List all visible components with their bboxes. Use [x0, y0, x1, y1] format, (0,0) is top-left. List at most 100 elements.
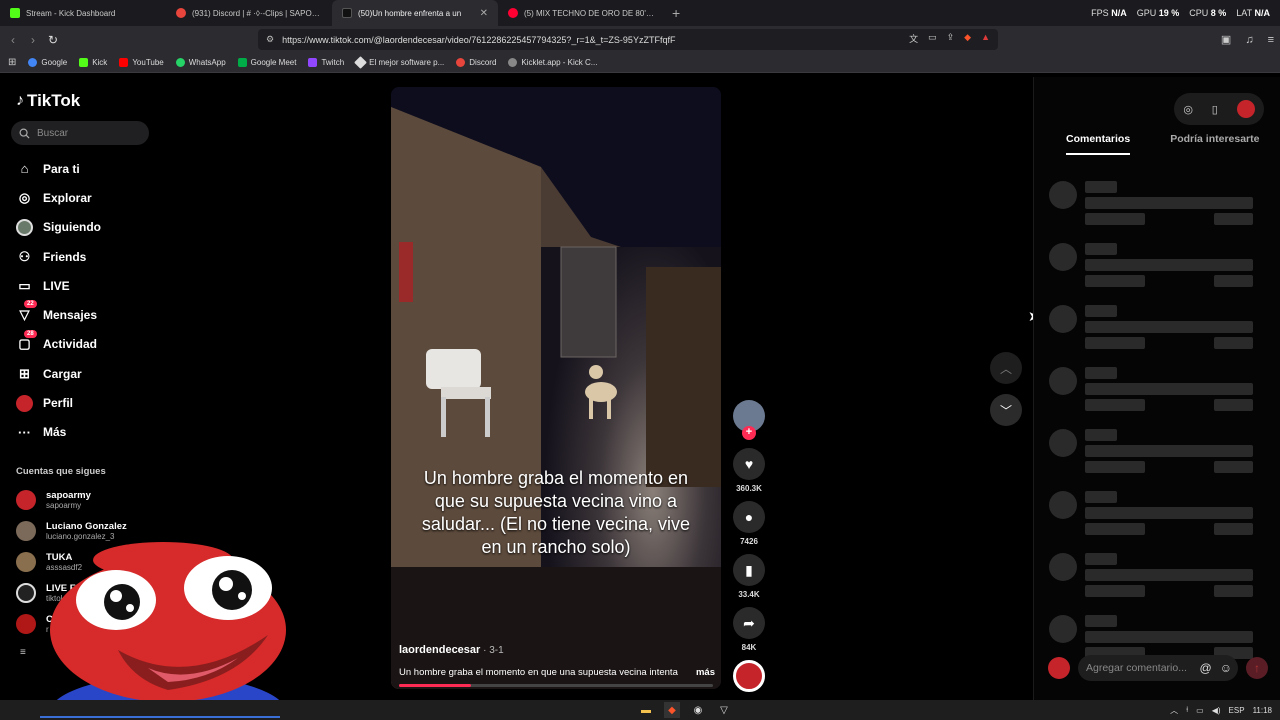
- menu-item-mensajes[interactable]: ▽ 22 Mensajes: [16, 300, 101, 329]
- video-author[interactable]: laordendecesar · 3-1: [399, 644, 504, 656]
- youtube-favicon-icon: [508, 8, 518, 18]
- address-bar[interactable]: ⚙ https://www.tiktok.com/@laordendecesar…: [258, 29, 998, 50]
- followed-account[interactable]: Luciano Gonzalez luciano.gonzalez_3: [16, 521, 127, 541]
- app-icon[interactable]: ▽: [716, 702, 732, 718]
- skeleton-bar: [1214, 523, 1253, 535]
- emoji-icon[interactable]: ☺: [1220, 661, 1232, 675]
- send-comment-button[interactable]: ↑: [1246, 657, 1268, 679]
- bookmark-whatsapp[interactable]: WhatsApp: [175, 58, 226, 67]
- clock[interactable]: 11:18: [1253, 706, 1272, 715]
- tab-kick-dashboard[interactable]: Stream - Kick Dashboard: [0, 0, 166, 26]
- next-video-button[interactable]: ﹀: [990, 394, 1022, 426]
- bookmark-youtube[interactable]: YouTube: [119, 58, 164, 67]
- skeleton-bar: [1214, 337, 1253, 349]
- bookmark-discord[interactable]: Discord: [456, 58, 496, 67]
- translate-icon[interactable]: 文: [909, 32, 918, 45]
- site-info-icon[interactable]: ⚙: [266, 34, 274, 45]
- follow-plus-icon[interactable]: +: [742, 426, 756, 440]
- url-text[interactable]: https://www.tiktok.com/@laordendecesar/v…: [282, 35, 675, 45]
- messages-icon: ▽: [19, 307, 30, 323]
- browser-tab-bar: Stream - Kick Dashboard (931) Discord | …: [0, 0, 1280, 26]
- lat-readout: LAT N/A: [1236, 8, 1270, 18]
- menu-item-perfil[interactable]: Perfil: [16, 388, 101, 417]
- menu-item-actividad[interactable]: ▢ 28 Actividad: [16, 329, 101, 359]
- media-icon[interactable]: ♫: [1245, 34, 1253, 46]
- feed-navigation: ︿ ﹀: [990, 352, 1022, 436]
- obs-icon[interactable]: ◉: [690, 702, 706, 718]
- fps-readout: FPS N/A: [1091, 8, 1127, 18]
- comment-button[interactable]: ● 7426: [732, 501, 766, 546]
- menu-item-friends[interactable]: ⚇ Friends: [16, 242, 101, 271]
- comment-skeleton-row: [1049, 553, 1259, 603]
- brave-rewards-icon[interactable]: ▲: [981, 32, 990, 45]
- tab-podria-interesarte[interactable]: Podría interesarte: [1170, 133, 1259, 155]
- forward-icon[interactable]: ›: [23, 33, 43, 47]
- tab-youtube-mix[interactable]: (5) MIX TECHNO DE ORO DE 80's &: [498, 0, 664, 26]
- video-progress-bar[interactable]: [399, 684, 713, 687]
- skeleton-avatar: [1049, 491, 1077, 519]
- menu-item-para-ti[interactable]: ⌂ Para ti: [16, 154, 101, 183]
- back-icon[interactable]: ‹: [3, 33, 23, 47]
- skeleton-bar: [1085, 615, 1117, 627]
- mention-icon[interactable]: @: [1200, 661, 1212, 675]
- comment-input[interactable]: Agregar comentario... @ ☺: [1078, 655, 1238, 681]
- menu-item-live[interactable]: ▭ LIVE: [16, 271, 101, 300]
- search-input[interactable]: Buscar: [11, 121, 149, 145]
- bookmark-kick[interactable]: Kick: [79, 58, 107, 67]
- tab-tiktok-video[interactable]: (50)Un hombre enfrenta a un ✕: [332, 0, 498, 26]
- tiktok-logo[interactable]: ♪ TikTok: [16, 91, 80, 111]
- skeleton-avatar: [1049, 367, 1077, 395]
- tab-discord[interactable]: (931) Discord | # ·◊·-Clips | SAPOLIOS: [166, 0, 332, 26]
- microphone-icon[interactable]: ⍿: [1186, 705, 1188, 715]
- list-icon[interactable]: ≡: [20, 647, 26, 658]
- file-explorer-icon[interactable]: ▬: [638, 702, 654, 718]
- language-indicator[interactable]: ESP: [1229, 706, 1245, 715]
- brave-browser-icon[interactable]: ◆: [664, 702, 680, 718]
- network-icon[interactable]: ▭: [1196, 706, 1204, 715]
- creator-avatar[interactable]: +: [732, 400, 766, 440]
- menu-icon[interactable]: ≡: [1268, 34, 1274, 46]
- new-tab-button[interactable]: +: [664, 5, 688, 21]
- apps-grid-icon[interactable]: ⊞: [8, 57, 16, 68]
- bookmark-google[interactable]: Google: [28, 58, 67, 67]
- compass-small-icon[interactable]: ◎: [1183, 103, 1193, 116]
- tab-title: (5) MIX TECHNO DE ORO DE 80's &: [524, 8, 654, 18]
- previous-video-button[interactable]: ︿: [990, 352, 1022, 384]
- sidebar-toggle-icon[interactable]: ▣: [1221, 33, 1231, 46]
- like-button[interactable]: ♥ 360.3K: [732, 448, 766, 493]
- skeleton-bar: [1085, 321, 1253, 333]
- device-icon[interactable]: ▯: [1212, 103, 1218, 116]
- bookmark-twitch[interactable]: Twitch: [308, 58, 344, 67]
- menu-item-explorar[interactable]: ◎ Explorar: [16, 183, 101, 212]
- video-player[interactable]: Un hombre graba el momento en que su sup…: [391, 87, 721, 689]
- close-tab-icon[interactable]: ✕: [480, 8, 488, 19]
- sound-disc[interactable]: [732, 660, 766, 692]
- avatar: [1048, 657, 1070, 679]
- skeleton-avatar: [1049, 305, 1077, 333]
- chevron-up-icon[interactable]: ︿: [1170, 705, 1178, 716]
- brave-shield-icon[interactable]: ◆: [964, 32, 971, 45]
- music-disc-icon: [733, 660, 765, 692]
- avatar: [16, 521, 36, 541]
- share-button[interactable]: ➦ 84K: [732, 607, 766, 652]
- reload-icon[interactable]: ↻: [43, 33, 63, 47]
- comment-skeleton-row: [1049, 305, 1259, 355]
- menu-item-siguiendo[interactable]: Siguiendo: [16, 213, 101, 242]
- diamond-icon: [354, 56, 368, 69]
- bookmark-software[interactable]: El mejor software p...: [354, 56, 444, 69]
- menu-item-cargar[interactable]: ⊞ Cargar: [16, 359, 101, 388]
- followed-account[interactable]: sapoarmy sapoarmy: [16, 490, 91, 510]
- live-icon: ▭: [18, 277, 31, 293]
- user-avatar-icon[interactable]: [1236, 100, 1255, 118]
- more-link[interactable]: más: [696, 667, 715, 678]
- volume-icon[interactable]: ◀): [1212, 706, 1221, 715]
- menu-item-mas[interactable]: ··· Más: [16, 418, 101, 447]
- comment-skeleton-row: [1049, 367, 1259, 417]
- share-icon[interactable]: ⇪: [947, 32, 955, 45]
- save-button[interactable]: ▮ 33.4K: [732, 554, 766, 599]
- cast-icon[interactable]: ▭: [928, 32, 937, 45]
- skeleton-bar: [1214, 461, 1253, 473]
- bookmark-google-meet[interactable]: Google Meet: [237, 58, 296, 67]
- bookmark-kicklet[interactable]: Kicklet.app - Kick C...: [508, 58, 597, 67]
- tab-comentarios[interactable]: Comentarios: [1066, 133, 1131, 155]
